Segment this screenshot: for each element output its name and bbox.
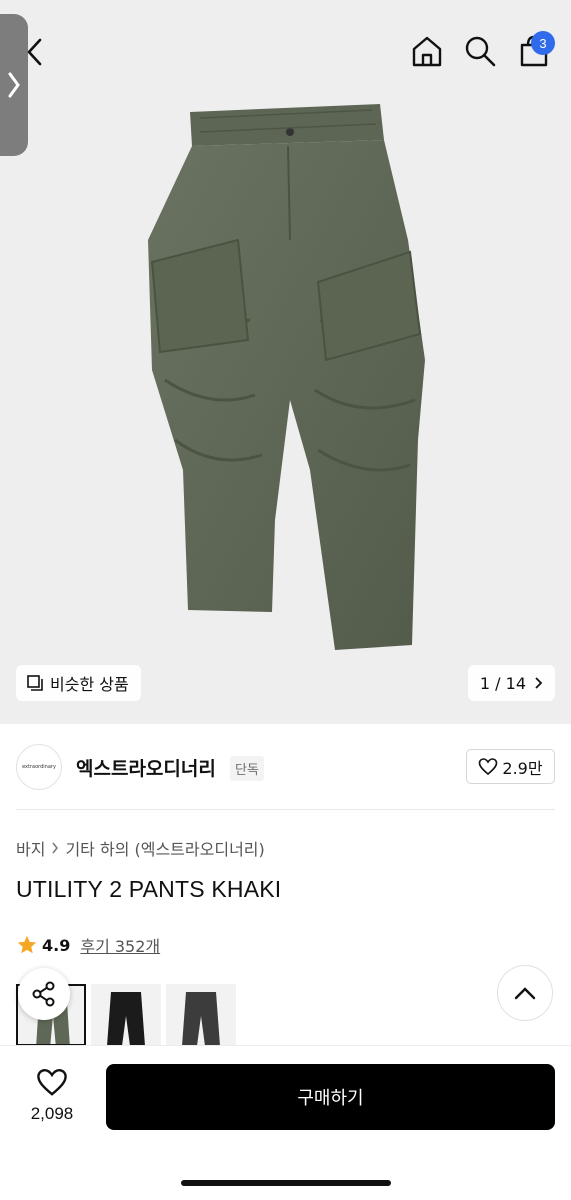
share-button[interactable] — [18, 968, 70, 1020]
similar-items-icon — [27, 675, 43, 691]
wishlist-count: 2,098 — [30, 1104, 74, 1123]
exclusive-badge: 단독 — [230, 756, 264, 781]
back-icon[interactable] — [22, 36, 48, 68]
bottom-action-bar: 2,098 구매하기 — [0, 1046, 571, 1200]
breadcrumb: 바지 기타 하의 (엑스트라오디너리) — [16, 836, 265, 860]
rating-score: 4.9 — [42, 935, 71, 955]
page-indicator-text: 1 / 14 — [479, 673, 526, 693]
thumbnail-black-pants — [107, 992, 145, 1046]
cart-count-badge: 3 — [531, 31, 555, 55]
breadcrumb-subcategory[interactable]: 기타 하의 (엑스트라오디너리) — [65, 836, 264, 860]
buy-button[interactable]: 구매하기 — [106, 1064, 555, 1130]
similar-products-button[interactable]: 비슷한 상품 — [16, 665, 141, 701]
chevron-up-icon — [514, 987, 536, 1000]
color-option-charcoal[interactable] — [166, 984, 236, 1046]
product-image-pants — [148, 104, 425, 650]
divider — [16, 809, 555, 810]
brand-like-button[interactable]: 2.9만 — [466, 749, 555, 784]
brand-name[interactable]: 엑스트라오디너리 — [76, 754, 216, 781]
brand-logo[interactable]: extraordinary — [16, 744, 62, 790]
brand-row: extraordinary 엑스트라오디너리 단독 2.9만 — [0, 724, 571, 810]
chevron-right-icon — [535, 677, 543, 689]
chevron-right-icon — [8, 72, 20, 98]
search-icon[interactable] — [463, 34, 497, 68]
wishlist-button[interactable]: 2,098 — [20, 1068, 84, 1124]
chevron-right-icon — [52, 842, 59, 854]
thumbnail-charcoal-pants — [182, 992, 220, 1046]
product-title: UTILITY 2 PANTS KHAKI — [16, 876, 282, 902]
image-page-indicator[interactable]: 1 / 14 — [467, 665, 555, 701]
similar-products-label: 비슷한 상품 — [50, 675, 129, 694]
product-rating: 4.9 후기 352개 — [16, 933, 160, 957]
star-icon — [17, 935, 37, 954]
brand-like-count: 2.9만 — [502, 758, 543, 778]
product-image-gallery[interactable]: 3 비슷한 상품 1 / 14 — [0, 0, 571, 724]
color-option-black[interactable] — [91, 984, 161, 1046]
home-indicator — [181, 1180, 391, 1186]
home-icon[interactable] — [410, 34, 444, 68]
heart-icon — [479, 757, 498, 775]
share-icon — [32, 981, 55, 1007]
brand-logo-text: extraordinary — [22, 764, 56, 770]
heart-icon — [37, 1068, 67, 1096]
scroll-to-top-button[interactable] — [497, 965, 553, 1021]
breadcrumb-category[interactable]: 바지 — [16, 836, 45, 860]
review-count-link[interactable]: 후기 352개 — [80, 933, 160, 957]
